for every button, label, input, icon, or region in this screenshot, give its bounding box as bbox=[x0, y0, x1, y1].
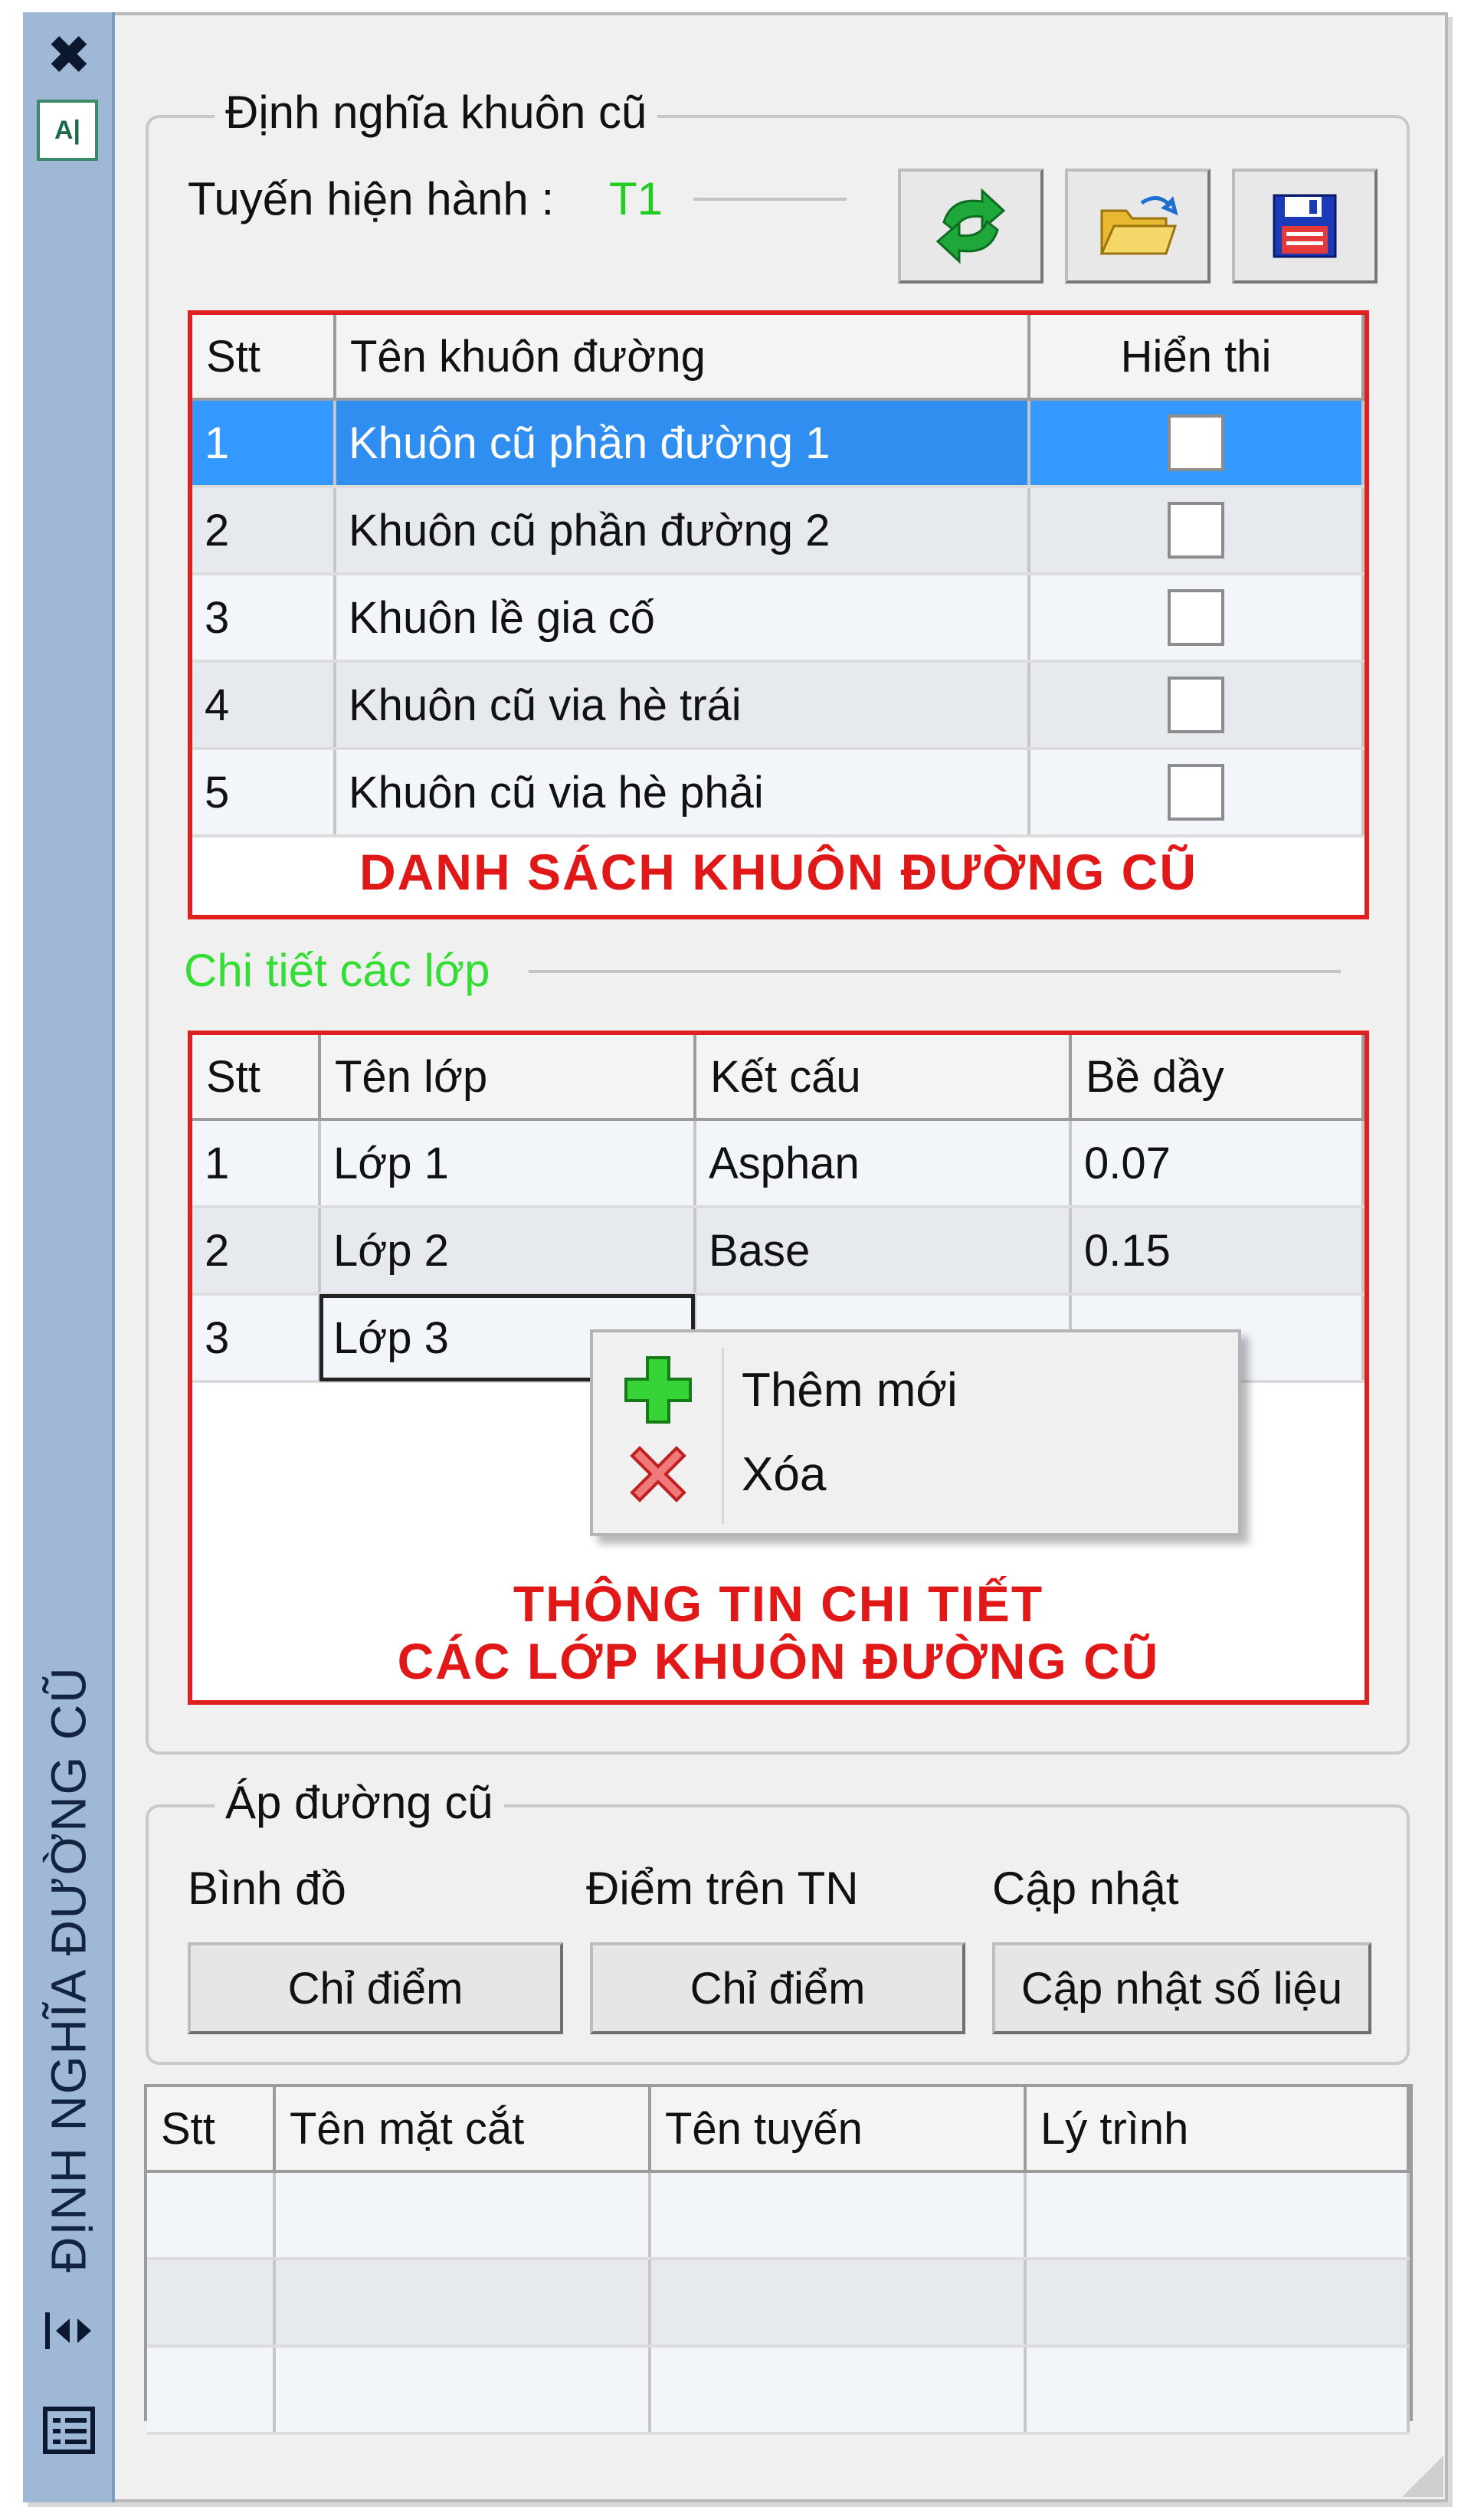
col-header-route-name[interactable]: Tên tuyến bbox=[650, 2087, 1027, 2173]
resize-grip-icon[interactable] bbox=[1402, 2456, 1443, 2497]
cell-stt[interactable]: 1 bbox=[192, 399, 336, 488]
cell-template-name[interactable]: Khuôn cũ via hè phải bbox=[335, 749, 1030, 837]
cell-stt[interactable]: 3 bbox=[192, 1294, 321, 1383]
table-row[interactable]: 2 Lớp 2 Base 0.15 bbox=[192, 1207, 1365, 1296]
table-row[interactable]: 3 Khuôn lề gia cố bbox=[192, 574, 1365, 663]
save-disk-icon bbox=[1273, 194, 1337, 258]
menu-item-delete-label: Xóa bbox=[742, 1447, 827, 1501]
cell-structure[interactable]: Base bbox=[695, 1207, 1072, 1296]
close-icon[interactable]: ✖ bbox=[37, 23, 101, 87]
display-checkbox[interactable] bbox=[1168, 764, 1224, 821]
refresh-arrows-icon bbox=[935, 188, 1006, 264]
cell-structure[interactable]: Asphan bbox=[695, 1119, 1072, 1208]
display-checkbox[interactable] bbox=[1168, 677, 1224, 734]
cell-thickness[interactable]: 0.07 bbox=[1070, 1119, 1365, 1208]
app-icon: A| bbox=[37, 100, 98, 161]
current-route-value: T1 bbox=[609, 173, 663, 224]
layer-section-divider bbox=[529, 970, 1341, 973]
cell-template-name[interactable]: Khuôn cũ phần đường 2 bbox=[335, 487, 1030, 575]
layer-table-caption-line1: THÔNG TIN CHI TIẾT bbox=[513, 1575, 1044, 1632]
template-table: Stt Tên khuôn đường Hiển thi 1 Khuôn cũ … bbox=[188, 310, 1369, 919]
col-header-display[interactable]: Hiển thi bbox=[1029, 315, 1365, 401]
col-header-template-name[interactable]: Tên khuôn đường bbox=[335, 315, 1030, 401]
terrain-point-label: Điểm trên TN bbox=[586, 1863, 859, 1914]
cell-stt[interactable]: 2 bbox=[192, 487, 336, 575]
cell-template-name[interactable]: Khuôn cũ via hè trái bbox=[335, 661, 1030, 750]
menu-item-add-label: Thêm mới bbox=[742, 1363, 958, 1417]
col-header-section-name[interactable]: Tên mặt cắt bbox=[274, 2087, 651, 2173]
update-data-button[interactable]: Cập nhật số liệu bbox=[992, 1942, 1371, 2034]
define-group-legend: Định nghĩa khuôn cũ bbox=[215, 86, 658, 139]
cell-stt[interactable]: 4 bbox=[192, 661, 336, 750]
cell-stt[interactable]: 5 bbox=[192, 749, 336, 837]
update-label: Cập nhật bbox=[992, 1863, 1179, 1914]
table-row[interactable] bbox=[147, 2171, 1410, 2260]
properties-icon[interactable] bbox=[37, 2398, 101, 2463]
cell-template-name[interactable]: Khuôn lề gia cố bbox=[335, 574, 1030, 663]
plan-label: Bình đồ bbox=[188, 1863, 346, 1914]
table-row[interactable]: 1 Lớp 1 Asphan 0.07 bbox=[192, 1119, 1365, 1208]
table-row[interactable] bbox=[147, 2259, 1410, 2348]
context-menu: Thêm mới Xóa bbox=[590, 1329, 1241, 1536]
plan-pick-point-button[interactable]: Chỉ điểm bbox=[188, 1942, 563, 2034]
layer-table-caption-line2: CÁC LỚP KHUÔN ĐƯỜNG CŨ bbox=[397, 1633, 1160, 1689]
cell-layer-name[interactable]: Lớp 2 bbox=[319, 1207, 696, 1296]
save-button[interactable] bbox=[1232, 169, 1378, 283]
col-header-thickness[interactable]: Bề dầy bbox=[1070, 1035, 1365, 1121]
menu-item-delete[interactable]: Xóa bbox=[593, 1432, 1238, 1516]
cell-thickness[interactable]: 0.15 bbox=[1070, 1207, 1365, 1296]
col-header-stt[interactable]: Stt bbox=[147, 2087, 276, 2173]
delete-x-icon bbox=[630, 1446, 686, 1502]
col-header-stt[interactable]: Stt bbox=[192, 315, 336, 401]
terrain-pick-point-button[interactable]: Chỉ điểm bbox=[590, 1942, 965, 2034]
refresh-button[interactable] bbox=[898, 169, 1043, 283]
layer-section-title: Chi tiết các lớp bbox=[184, 945, 490, 996]
apply-group-legend: Áp đường cũ bbox=[215, 1776, 504, 1829]
open-button[interactable] bbox=[1065, 169, 1211, 283]
table-row[interactable] bbox=[147, 2346, 1410, 2435]
section-table: Stt Tên mặt cắt Tên tuyến Lý trình bbox=[144, 2084, 1413, 2435]
cell-stt[interactable]: 3 bbox=[192, 574, 336, 663]
plus-icon bbox=[624, 1356, 692, 1424]
display-checkbox[interactable] bbox=[1168, 502, 1224, 559]
table-row[interactable]: 1 Khuôn cũ phần đường 1 bbox=[192, 399, 1365, 488]
table-row[interactable]: 2 Khuôn cũ phần đường 2 bbox=[192, 487, 1365, 575]
titlebar-label-wrap: ĐỊNH NGHĨA ĐƯỜNG CŨ bbox=[23, 1663, 115, 2276]
col-header-stt[interactable]: Stt bbox=[192, 1035, 321, 1121]
cell-layer-name[interactable]: Lớp 1 bbox=[319, 1119, 696, 1208]
titlebar-label: ĐỊNH NGHĨA ĐƯỜNG CŨ bbox=[41, 1666, 97, 2273]
template-table-caption: DANH SÁCH KHUÔN ĐƯỜNG CŨ bbox=[359, 844, 1198, 900]
display-checkbox[interactable] bbox=[1168, 589, 1224, 647]
cell-stt[interactable]: 1 bbox=[192, 1119, 321, 1208]
route-divider bbox=[693, 198, 847, 201]
menu-item-add[interactable]: Thêm mới bbox=[593, 1348, 1238, 1432]
col-header-structure[interactable]: Kết cấu bbox=[695, 1035, 1072, 1121]
cell-template-name[interactable]: Khuôn cũ phần đường 1 bbox=[335, 399, 1030, 488]
col-header-chainage[interactable]: Lý trình bbox=[1025, 2087, 1410, 2173]
table-row[interactable]: 5 Khuôn cũ via hè phải bbox=[192, 749, 1365, 837]
pin-arrows-icon[interactable] bbox=[37, 2299, 101, 2363]
display-checkbox[interactable] bbox=[1168, 415, 1224, 472]
open-folder-icon bbox=[1099, 196, 1178, 255]
table-row[interactable]: 4 Khuôn cũ via hè trái bbox=[192, 661, 1365, 750]
cell-stt[interactable]: 2 bbox=[192, 1207, 321, 1296]
current-route-label: Tuyến hiện hành : bbox=[188, 173, 555, 224]
col-header-layer-name[interactable]: Tên lớp bbox=[319, 1035, 696, 1121]
